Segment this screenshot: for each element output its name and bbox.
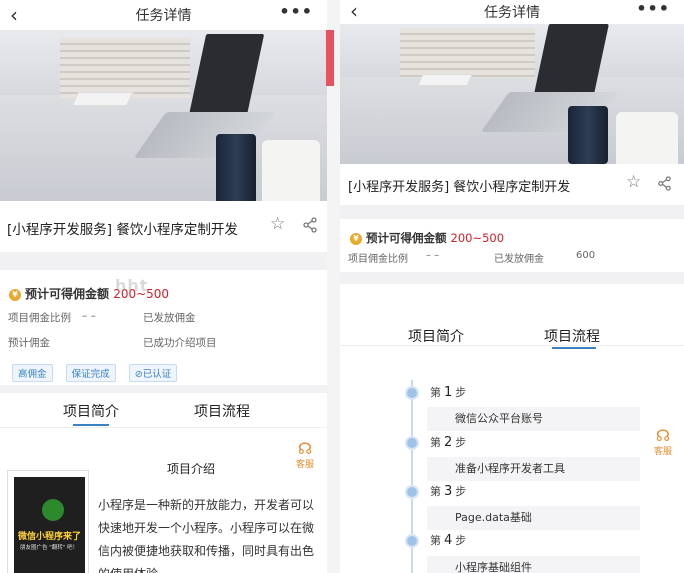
step-1-dot bbox=[405, 386, 419, 400]
issued-value: 600 bbox=[576, 250, 596, 261]
page-title: 任务详情 bbox=[135, 8, 192, 24]
screen-flow: ‹ 任务详情 ••• [小程序开发服务] 餐饮小程序定制开发 ☆ ¥ 预计可得佣金… bbox=[340, 0, 684, 573]
nav-bar: ‹ 任务详情 ••• bbox=[340, 0, 684, 24]
ratio-label: 项目佣金比例 bbox=[348, 254, 408, 265]
task-title: [小程序开发服务] 餐饮小程序定制开发 bbox=[7, 222, 238, 238]
task-title: [小程序开发服务] 餐饮小程序定制开发 bbox=[348, 180, 571, 195]
commission-amount: 200~500 bbox=[450, 231, 505, 245]
coin-icon: ¥ bbox=[350, 232, 362, 245]
customer-service-button[interactable]: ☊ 客服 bbox=[296, 439, 314, 471]
star-icon[interactable]: ☆ bbox=[626, 172, 641, 192]
verified-icon: ⊘ bbox=[134, 369, 143, 380]
intro-heading: 项目介绍 bbox=[167, 462, 216, 476]
coin-icon: ¥ bbox=[9, 288, 21, 301]
tag-verified: ⊘已认证 bbox=[128, 364, 178, 382]
tab-flow-indicator bbox=[552, 347, 596, 349]
star-icon[interactable]: ☆ bbox=[270, 214, 285, 234]
step-2-dot bbox=[405, 436, 419, 450]
page-title: 任务详情 bbox=[484, 5, 540, 21]
step-4-label: 小程序基础组件 bbox=[427, 556, 640, 573]
ratio-value: – – bbox=[426, 250, 440, 261]
step-3-label: Page.data基础 bbox=[427, 506, 640, 530]
share-icon[interactable] bbox=[657, 176, 672, 191]
tab-flow[interactable]: 项目流程 bbox=[544, 326, 600, 346]
headset-icon: ☊ bbox=[297, 439, 313, 458]
step-4-dot bbox=[405, 534, 419, 548]
commission-row: ¥ 预计可得佣金额 200~500 bbox=[350, 230, 504, 246]
tag-high-commission: 高佣金 bbox=[12, 364, 53, 382]
tag-guaranteed: 保证完成 bbox=[65, 364, 116, 382]
referred-label: 已成功介绍项目 bbox=[143, 337, 217, 349]
hero-image bbox=[0, 30, 327, 201]
commission-label: 预计可得佣金额 bbox=[366, 231, 447, 245]
step-4-header: 第4步 bbox=[430, 533, 467, 548]
promo-subtitle: 朋友圈广告 "翻转" 吧！ bbox=[20, 545, 79, 551]
step-3-header: 第3步 bbox=[430, 484, 467, 499]
expected-label: 预计佣金 bbox=[8, 337, 50, 349]
tab-intro-indicator bbox=[73, 424, 109, 426]
ratio-value: – – bbox=[82, 310, 96, 322]
share-icon[interactable] bbox=[302, 217, 318, 233]
intro-paragraph: 小程序是一种新的开放能力，开发者可以快速地开发一个小程序。小程序可以在微信内被便… bbox=[98, 498, 315, 573]
step-3-dot bbox=[405, 485, 419, 499]
commission-label: 预计可得佣金额 bbox=[25, 287, 110, 301]
tab-flow[interactable]: 项目流程 bbox=[194, 401, 250, 421]
more-icon[interactable]: ••• bbox=[636, 0, 670, 18]
more-icon[interactable]: ••• bbox=[279, 2, 313, 21]
issued-label: 已发放佣金 bbox=[494, 254, 544, 265]
wechat-icon bbox=[42, 499, 64, 521]
hero-image bbox=[340, 24, 684, 164]
accent-bar bbox=[326, 30, 334, 86]
step-2-header: 第2步 bbox=[430, 435, 467, 450]
tab-intro[interactable]: 项目简介 bbox=[408, 326, 464, 346]
watermark: hht bbox=[115, 276, 149, 295]
promo-image: 微信小程序来了 朋友圈广告 "翻转" 吧！ bbox=[7, 470, 89, 573]
tab-intro[interactable]: 项目简介 bbox=[63, 401, 119, 421]
customer-service-button[interactable]: ☊ 客服 bbox=[654, 426, 672, 458]
step-1-header: 第1步 bbox=[430, 385, 467, 400]
headset-icon: ☊ bbox=[655, 426, 671, 445]
step-1-label: 微信公众平台账号 bbox=[427, 407, 640, 431]
promo-title: 微信小程序来了 bbox=[18, 532, 82, 542]
tag-list: 高佣金 保证完成 ⊘已认证 bbox=[12, 362, 185, 382]
issued-label: 已发放佣金 bbox=[143, 312, 196, 324]
step-2-label: 准备小程序开发者工具 bbox=[427, 457, 640, 481]
screen-intro: ‹ 任务详情 ••• [小程序开发服务] 餐饮小程序定制开发 ☆ ¥ 预计可得佣金… bbox=[0, 0, 327, 573]
nav-bar: ‹ 任务详情 ••• bbox=[0, 0, 327, 30]
ratio-label: 项目佣金比例 bbox=[8, 312, 71, 324]
